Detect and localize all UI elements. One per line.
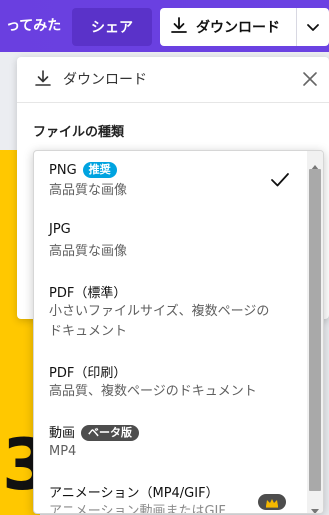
file-type-option-png[interactable]: PNG 推奨 高品質な画像 [34,151,304,215]
checkmark-icon [270,172,290,192]
download-button-label: ダウンロード [196,20,280,36]
file-type-option-pdf-standard[interactable]: PDF（標準） 小さいファイルサイズ、複数ページの ドキュメント [34,275,304,355]
option-description-line2: ドキュメント [49,324,128,339]
scroll-down-arrow-icon[interactable] [311,500,319,513]
option-title: 動画 [49,426,76,441]
file-type-option-pdf-print[interactable]: PDF（印刷） 高品質、複数ページのドキュメント [34,355,304,415]
close-icon[interactable] [302,71,318,91]
file-type-label: ファイルの種類 [33,125,125,140]
option-description: MP4 [49,444,77,459]
option-description: 小さいファイルサイズ、複数ページの [49,304,270,319]
design-title[interactable]: ってみた [6,0,61,52]
download-button[interactable]: ダウンロード [160,8,296,46]
option-description: 高品質な画像 [49,183,128,198]
file-type-dropdown: PNG 推奨 高品質な画像 JPG 高品質な画像 PDF（標準） 小さいファイルサ… [33,150,324,514]
scrollbar-thumb[interactable] [309,169,321,491]
beta-badge: ベータ版 [81,425,140,441]
option-title: JPG [49,222,71,237]
option-description: 高品質、複数ページのドキュメント [49,384,257,399]
top-bar: ってみた シェア ダウンロード [0,0,329,52]
option-description: アニメーション動画またはGIF [49,504,226,514]
share-button[interactable]: シェア [72,8,152,46]
download-options-button[interactable] [297,8,329,46]
download-icon [34,69,52,91]
recommended-badge: 推奨 [82,162,117,178]
chevron-down-icon [306,18,320,37]
option-title: PDF（標準） [49,286,127,301]
premium-crown-badge [258,494,286,510]
download-icon [170,16,188,38]
file-type-option-jpg[interactable]: JPG 高品質な画像 [34,215,304,275]
panel-title: ダウンロード [63,72,147,88]
crown-icon [265,493,279,512]
option-description: 高品質な画像 [49,244,128,259]
option-title: アニメーション（MP4/GIF） [49,486,219,501]
option-title: PNG [49,163,77,178]
file-type-option-video[interactable]: 動画 ベータ版 MP4 [34,415,304,475]
download-panel-header: ダウンロード [17,57,329,103]
option-title: PDF（印刷） [49,366,127,381]
